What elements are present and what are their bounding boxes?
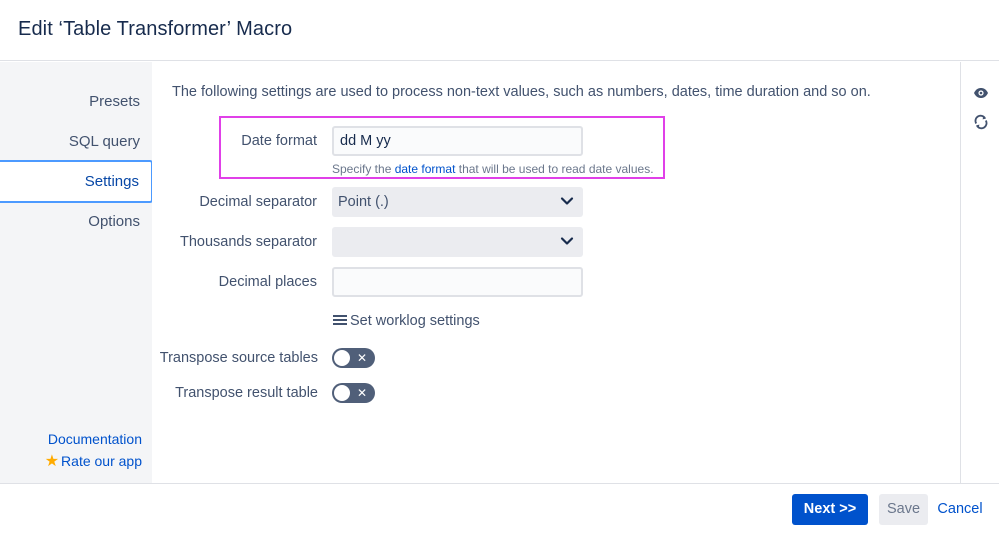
decimal-places-label: Decimal places (218, 274, 317, 290)
decimal-separator-value: Point (.) (338, 194, 389, 210)
dialog-footer: Next >> Save Cancel (0, 483, 999, 534)
sidebar-item-settings[interactable]: Settings (0, 160, 153, 203)
thousands-separator-select[interactable] (332, 227, 583, 257)
thousands-separator-label: Thousands separator (179, 234, 317, 250)
help-text-prefix: Specify the (332, 162, 395, 176)
close-icon: ✕ (357, 351, 368, 365)
date-format-help-link[interactable]: date format (395, 162, 456, 176)
worklog-settings-label: Set worklog settings (350, 313, 480, 329)
documentation-link[interactable]: Documentation (48, 431, 142, 447)
decimal-separator-select[interactable]: Point (.) (332, 187, 583, 217)
settings-panel: The following settings are used to proce… (152, 62, 960, 483)
settings-intro: The following settings are used to proce… (172, 84, 871, 100)
date-format-label: Date format (241, 133, 317, 149)
dialog-title: Edit ‘Table Transformer’ Macro (18, 18, 293, 40)
menu-icon (333, 315, 347, 325)
sidebar-item-options[interactable]: Options (88, 213, 140, 230)
toggle-knob (334, 350, 350, 366)
eye-icon[interactable] (973, 85, 989, 101)
sidebar-item-presets[interactable]: Presets (89, 93, 140, 110)
transpose-source-toggle[interactable]: ✕ (332, 348, 375, 368)
save-button[interactable]: Save (879, 494, 928, 525)
chevron-down-icon (560, 237, 574, 245)
sidebar: Presets SQL query Settings Options Docum… (0, 62, 153, 483)
rate-app-link[interactable]: ★ Rate our app (45, 451, 142, 471)
cancel-button[interactable]: Cancel (936, 494, 984, 525)
transpose-result-label: Transpose result table (175, 385, 318, 401)
rate-app-label: Rate our app (61, 453, 142, 469)
worklog-settings-link[interactable]: Set worklog settings (333, 313, 480, 329)
transpose-result-toggle[interactable]: ✕ (332, 383, 375, 403)
sidebar-item-label: Settings (84, 173, 139, 190)
toggle-knob (334, 385, 350, 401)
close-icon: ✕ (357, 386, 368, 400)
chevron-down-icon (560, 197, 574, 205)
transpose-source-label: Transpose source tables (159, 350, 318, 366)
date-format-help: Specify the date format that will be use… (332, 162, 654, 176)
date-format-value: dd M yy (340, 133, 391, 149)
next-button[interactable]: Next >> (792, 494, 868, 525)
dialog-header: Edit ‘Table Transformer’ Macro (0, 0, 999, 61)
star-icon: ★ (44, 453, 60, 470)
refresh-icon[interactable] (973, 114, 989, 130)
help-text-suffix: that will be used to read date values. (455, 162, 654, 176)
decimal-places-input[interactable] (332, 267, 583, 297)
decimal-separator-label: Decimal separator (199, 194, 317, 210)
sidebar-item-sql-query[interactable]: SQL query (69, 133, 140, 150)
right-toolbar (960, 62, 999, 483)
date-format-input[interactable]: dd M yy (332, 126, 583, 156)
